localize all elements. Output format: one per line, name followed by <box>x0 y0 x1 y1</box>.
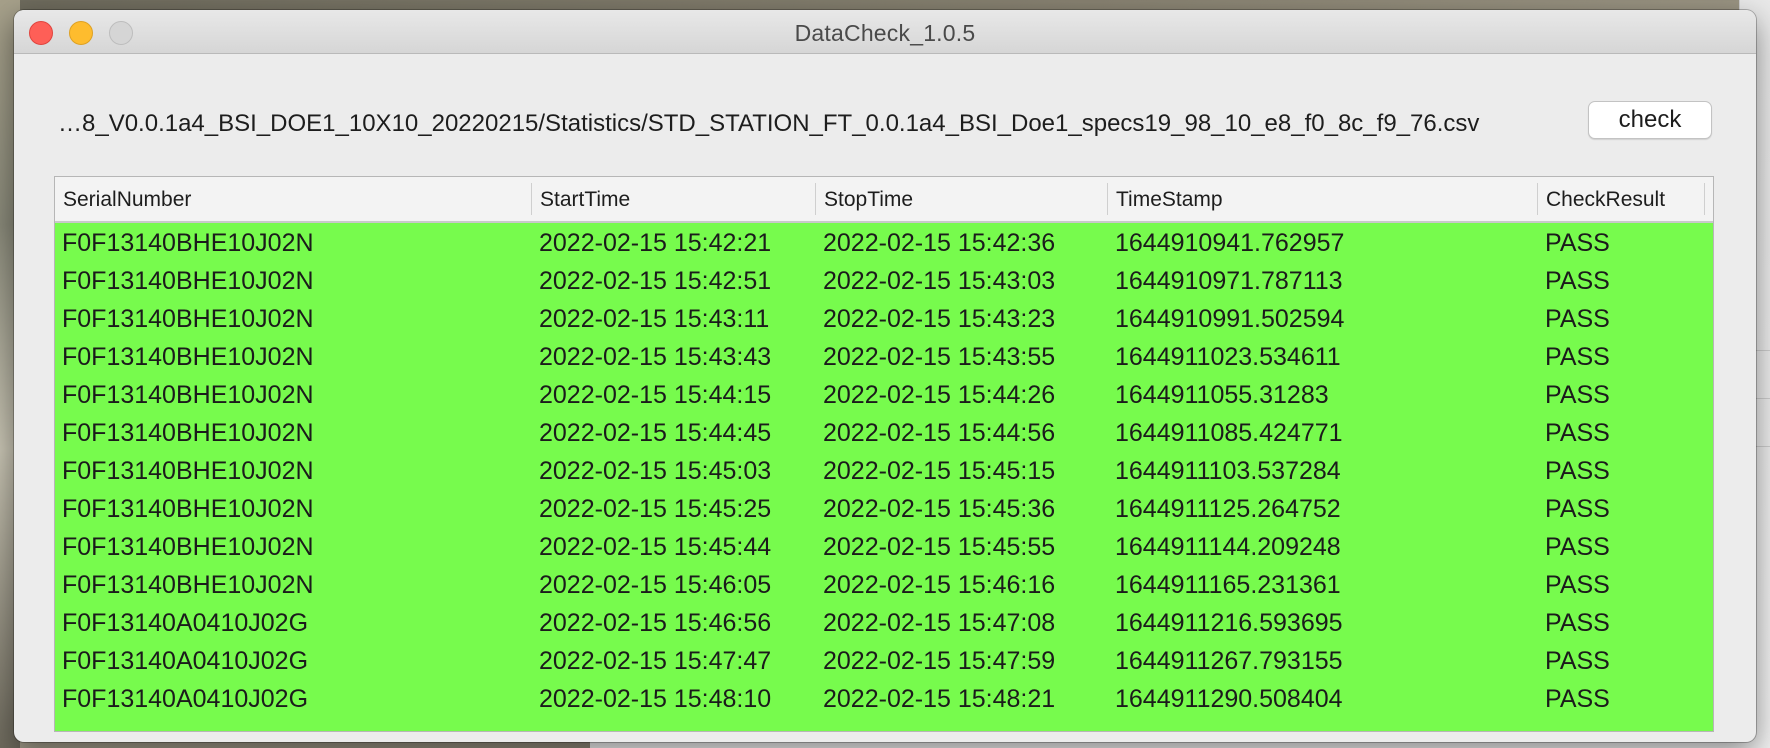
stop-time-cell: 2022-02-15 15:46:16 <box>823 571 1056 599</box>
table-row[interactable]: F0F13140BHE10J02N 2022-02-15 15:45:03 2022… <box>55 451 1713 489</box>
column-header-label: SerialNumber <box>63 188 192 211</box>
check-result-cell: PASS <box>1545 229 1610 257</box>
column-header-label: StopTime <box>824 188 914 211</box>
stop-time-cell: 2022-02-15 15:42:36 <box>823 229 1056 257</box>
serial-number-cell: F0F13140A0410J02G <box>62 647 309 675</box>
table-row[interactable]: F0F13140A0410J02G 2022-02-15 15:46:56 2022… <box>55 603 1713 641</box>
start-time-cell: 2022-02-15 15:44:15 <box>539 381 772 409</box>
start-time-cell: 2022-02-15 15:46:56 <box>539 609 772 637</box>
table-body: F0F13140BHE10J02N 2022-02-15 15:42:21 2022… <box>55 223 1713 731</box>
column-header-timestamp[interactable]: TimeStamp <box>1108 177 1538 221</box>
check-result-cell: PASS <box>1545 381 1610 409</box>
file-path-row: …8_V0.0.1a4_BSI_DOE1_10X10_20220215/Stat… <box>58 100 1736 144</box>
table-row[interactable]: F0F13140BHE10J02N 2022-02-15 15:44:15 2022… <box>55 375 1713 413</box>
start-time-cell: 2022-02-15 15:43:11 <box>539 305 770 333</box>
file-path-label: …8_V0.0.1a4_BSI_DOE1_10X10_20220215/Stat… <box>58 110 1480 137</box>
start-time-cell: 2022-02-15 15:44:45 <box>539 419 772 447</box>
start-time-cell: 2022-02-15 15:42:51 <box>539 267 772 295</box>
serial-number-cell: F0F13140BHE10J02N <box>62 305 314 333</box>
serial-number-cell: F0F13140BHE10J02N <box>62 229 314 257</box>
check-result-cell: PASS <box>1545 609 1610 637</box>
serial-number-cell: F0F13140BHE10J02N <box>62 495 314 523</box>
timestamp-cell: 1644910971.787113 <box>1115 267 1343 295</box>
stop-time-cell: 2022-02-15 15:43:23 <box>823 305 1056 333</box>
column-header-starttime[interactable]: StartTime <box>532 177 816 221</box>
results-table[interactable]: SerialNumber StartTime StopTime TimeStam… <box>54 176 1714 732</box>
column-header-label: CheckResult <box>1546 188 1666 211</box>
stop-time-cell: 2022-02-15 15:43:03 <box>823 267 1056 295</box>
table-row[interactable]: F0F13140A0410J02G 2022-02-15 15:48:10 2022… <box>55 679 1713 717</box>
check-result-cell: PASS <box>1545 343 1610 371</box>
column-header-label: TimeStamp <box>1116 188 1223 211</box>
serial-number-cell: F0F13140A0410J02G <box>62 685 309 713</box>
stop-time-cell: 2022-02-15 15:43:55 <box>823 343 1056 371</box>
start-time-cell: 2022-02-15 15:43:43 <box>539 343 772 371</box>
timestamp-cell: 1644911216.593695 <box>1115 609 1343 637</box>
start-time-cell: 2022-02-15 15:47:47 <box>539 647 772 675</box>
table-row[interactable]: F0F13140BHE10J02N 2022-02-15 15:45:44 2022… <box>55 527 1713 565</box>
timestamp-cell: 1644911023.534611 <box>1115 343 1341 371</box>
check-result-cell: PASS <box>1545 419 1610 447</box>
check-button[interactable]: check <box>1588 101 1712 139</box>
table-header: SerialNumber StartTime StopTime TimeStam… <box>55 177 1713 223</box>
check-result-cell: PASS <box>1545 533 1610 561</box>
timestamp-cell: 1644911267.793155 <box>1115 647 1343 675</box>
column-header-stoptime[interactable]: StopTime <box>816 177 1108 221</box>
serial-number-cell: F0F13140BHE10J02N <box>62 381 314 409</box>
column-resize-handle[interactable] <box>1704 183 1705 215</box>
stop-time-cell: 2022-02-15 15:45:36 <box>823 495 1056 523</box>
table-row[interactable]: F0F13140BHE10J02N 2022-02-15 15:42:51 2022… <box>55 261 1713 299</box>
serial-number-cell: F0F13140BHE10J02N <box>62 571 314 599</box>
check-result-cell: PASS <box>1545 571 1610 599</box>
table-row[interactable]: F0F13140BHE10J02N 2022-02-15 15:42:21 2022… <box>55 223 1713 261</box>
serial-number-cell: F0F13140BHE10J02N <box>62 533 314 561</box>
timestamp-cell: 1644911085.424771 <box>1115 419 1343 447</box>
start-time-cell: 2022-02-15 15:42:21 <box>539 229 772 257</box>
timestamp-cell: 1644911055.31283 <box>1115 381 1329 409</box>
check-result-cell: PASS <box>1545 495 1610 523</box>
stop-time-cell: 2022-02-15 15:44:56 <box>823 419 1056 447</box>
stop-time-cell: 2022-02-15 15:47:08 <box>823 609 1056 637</box>
timestamp-cell: 1644910941.762957 <box>1115 229 1345 257</box>
table-row[interactable]: F0F13140BHE10J02N 2022-02-15 15:45:25 2022… <box>55 489 1713 527</box>
stop-time-cell: 2022-02-15 15:47:59 <box>823 647 1056 675</box>
timestamp-cell: 1644911103.537284 <box>1115 457 1341 485</box>
timestamp-cell: 1644910991.502594 <box>1115 305 1345 333</box>
table-row[interactable]: F0F13140A0410J02G 2022-02-15 15:47:47 2022… <box>55 641 1713 679</box>
stop-time-cell: 2022-02-15 15:44:26 <box>823 381 1056 409</box>
start-time-cell: 2022-02-15 15:46:05 <box>539 571 772 599</box>
start-time-cell: 2022-02-15 15:45:44 <box>539 533 772 561</box>
table-row[interactable]: F0F13140BHE10J02N 2022-02-15 15:46:05 2022… <box>55 565 1713 603</box>
timestamp-cell: 1644911165.231361 <box>1115 571 1341 599</box>
timestamp-cell: 1644911290.508404 <box>1115 685 1343 713</box>
serial-number-cell: F0F13140A0410J02G <box>62 609 309 637</box>
serial-number-cell: F0F13140BHE10J02N <box>62 457 314 485</box>
stop-time-cell: 2022-02-15 15:48:21 <box>823 685 1056 713</box>
serial-number-cell: F0F13140BHE10J02N <box>62 419 314 447</box>
check-result-cell: PASS <box>1545 457 1610 485</box>
check-result-cell: PASS <box>1545 305 1610 333</box>
column-header-label: StartTime <box>540 188 631 211</box>
start-time-cell: 2022-02-15 15:45:03 <box>539 457 772 485</box>
table-row[interactable]: F0F13140BHE10J02N 2022-02-15 15:43:43 2022… <box>55 337 1713 375</box>
serial-number-cell: F0F13140BHE10J02N <box>62 343 314 371</box>
window-title: DataCheck_1.0.5 <box>794 20 976 46</box>
timestamp-cell: 1644911125.264752 <box>1115 495 1341 523</box>
serial-number-cell: F0F13140BHE10J02N <box>62 267 314 295</box>
title-bar[interactable]: DataCheck_1.0.5 <box>14 10 1756 54</box>
start-time-cell: 2022-02-15 15:45:25 <box>539 495 772 523</box>
stop-time-cell: 2022-02-15 15:45:15 <box>823 457 1056 485</box>
check-result-cell: PASS <box>1545 685 1610 713</box>
column-header-serialnumber[interactable]: SerialNumber <box>55 177 532 221</box>
timestamp-cell: 1644911144.209248 <box>1115 533 1341 561</box>
table-row[interactable]: F0F13140BHE10J02N 2022-02-15 15:43:11 2022… <box>55 299 1713 337</box>
app-window: DataCheck_1.0.5 …8_V0.0.1a4_BSI_DOE1_10X… <box>14 10 1756 742</box>
column-header-checkresult[interactable]: CheckResult <box>1538 177 1705 221</box>
table-row[interactable]: F0F13140BHE10J02N 2022-02-15 15:44:45 2022… <box>55 413 1713 451</box>
check-result-cell: PASS <box>1545 647 1610 675</box>
check-result-cell: PASS <box>1545 267 1610 295</box>
start-time-cell: 2022-02-15 15:48:10 <box>539 685 772 713</box>
stop-time-cell: 2022-02-15 15:45:55 <box>823 533 1056 561</box>
